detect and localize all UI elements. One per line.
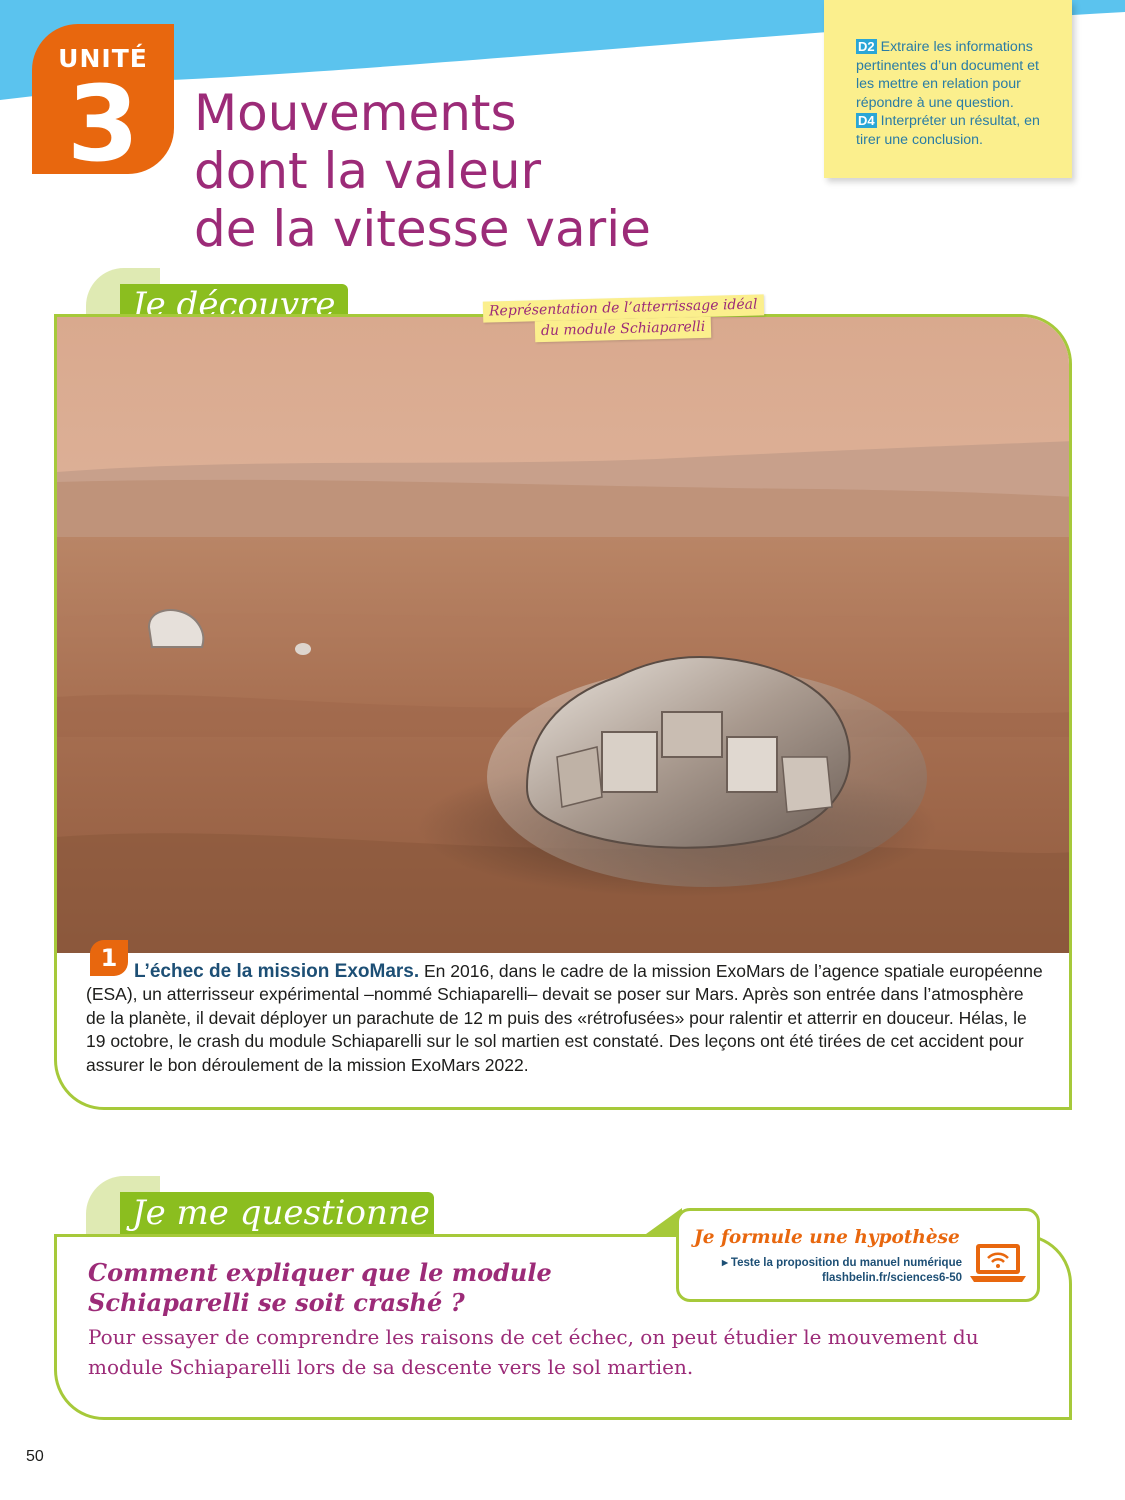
skill-text: Extraire les informations pertinentes d’… [856, 39, 1039, 111]
question-text: Comment expliquer que le module Schiapar… [88, 1258, 648, 1318]
hypothesis-link[interactable]: flashbelin.fr/sciences6-50 [700, 1271, 962, 1286]
skill-item: D4 Interpréter un résultat, en tirer une … [856, 112, 1058, 149]
mars-landing-illustration [57, 317, 1069, 953]
skills-note: D2 Extraire les informations pertinentes … [824, 0, 1072, 178]
hypothesis-instruction: ▸ Teste la proposition du manuel numériq… [721, 1257, 962, 1269]
page-number: 50 [26, 1448, 44, 1465]
hypothesis-title: Je formule une hypothèse [694, 1227, 960, 1248]
page-title: Mouvements dont la valeur de la vitesse … [194, 84, 754, 258]
skill-code: D2 [856, 39, 877, 54]
page-title-line: dont la valeur [194, 142, 542, 200]
laptop-wifi-icon[interactable] [970, 1240, 1026, 1286]
photo-caption: Représentation de l’atterrissage idéal d… [478, 294, 768, 343]
answer-text: Pour essayer de comprendre les raisons d… [88, 1325, 979, 1379]
skill-text: Interpréter un résultat, en tirer une co… [856, 113, 1040, 148]
skill-code: D4 [856, 113, 877, 128]
page-title-line: Mouvements [194, 84, 517, 142]
page-title-line: de la vitesse varie [194, 200, 651, 258]
photo-caption-line: du module Schiaparelli [534, 316, 712, 343]
unit-tab: UNITÉ 3 [32, 24, 174, 185]
skill-item: D2 Extraire les informations pertinentes … [856, 38, 1058, 112]
section-heading-question: Je me questionne [120, 1192, 434, 1236]
document-text: L’échec de la mission ExoMars. En 2016, … [86, 960, 1046, 1077]
unit-number: 3 [66, 63, 140, 185]
question-line: Schiaparelli se soit crashé ? [88, 1288, 465, 1317]
document-title: L’échec de la mission ExoMars. [134, 961, 420, 982]
question-line: Comment expliquer que le module [88, 1258, 552, 1287]
